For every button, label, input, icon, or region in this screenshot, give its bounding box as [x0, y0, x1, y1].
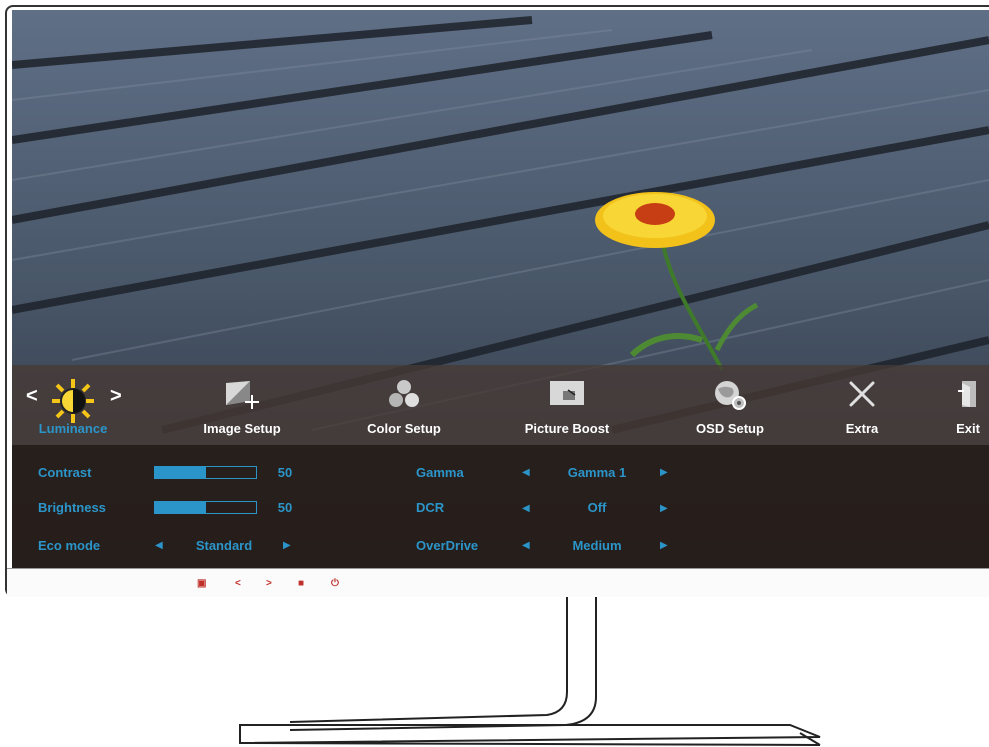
- monitor-stand: [239, 597, 821, 746]
- power-icon[interactable]: ⏻: [331, 578, 339, 589]
- eco-mode-next-icon[interactable]: ▶: [283, 540, 291, 551]
- brightness-slider[interactable]: [154, 501, 257, 514]
- tab-label: Luminance: [38, 421, 108, 436]
- monitor-screen: < > Luminance Image Setup Color Setup Pi…: [12, 10, 989, 568]
- dcr-value: Off: [587, 500, 607, 515]
- gamma-value: Gamma 1: [567, 465, 627, 480]
- tools-icon: [847, 379, 877, 412]
- contrast-value: 50: [277, 465, 293, 480]
- contrast-slider[interactable]: [154, 466, 257, 479]
- eco-mode-label: Eco mode: [38, 538, 101, 553]
- image-setup-icon: [224, 379, 260, 412]
- brightness-label: Brightness: [38, 500, 106, 515]
- overdrive-value: Medium: [572, 538, 622, 553]
- gamma-next-icon[interactable]: ▶: [660, 467, 668, 478]
- tab-label: Picture Boost: [524, 421, 610, 436]
- tab-exit[interactable]: Exit: [947, 365, 989, 445]
- tab-label: Exit: [956, 421, 980, 436]
- tab-luminance[interactable]: Luminance: [28, 365, 118, 445]
- osd-settings-panel: Contrast 50 Gamma ◀ Gamma 1 ▶ Brightness…: [12, 445, 989, 568]
- dcr-label: DCR: [416, 500, 445, 515]
- tab-label: Image Setup: [203, 421, 281, 436]
- brightness-value: 50: [277, 500, 293, 515]
- eco-mode-value: Standard: [195, 538, 253, 553]
- source-icon[interactable]: ■: [298, 578, 304, 589]
- picture-boost-icon: [549, 379, 585, 410]
- osd-tab-bar: < > Luminance Image Setup Color Setup Pi…: [12, 365, 989, 445]
- right-icon[interactable]: >: [266, 578, 272, 589]
- monitor-bezel: [7, 568, 989, 597]
- overdrive-next-icon[interactable]: ▶: [660, 540, 668, 551]
- brightness-slider-fill: [155, 502, 206, 513]
- tab-label: OSD Setup: [696, 421, 764, 436]
- left-icon[interactable]: <: [235, 578, 241, 589]
- exit-door-icon: [956, 379, 980, 412]
- overdrive-prev-icon[interactable]: ◀: [522, 540, 530, 551]
- tab-label: Color Setup: [367, 421, 441, 436]
- tab-image-setup[interactable]: Image Setup: [192, 365, 292, 445]
- overdrive-label: OverDrive: [416, 538, 479, 553]
- eco-mode-prev-icon[interactable]: ◀: [155, 540, 163, 551]
- dcr-prev-icon[interactable]: ◀: [522, 503, 530, 514]
- menu-icon[interactable]: ▣: [197, 578, 206, 589]
- contrast-slider-fill: [155, 467, 206, 478]
- gamma-label: Gamma: [416, 465, 464, 480]
- color-balls-icon: [388, 379, 420, 412]
- tab-extra[interactable]: Extra: [820, 365, 904, 445]
- gamma-prev-icon[interactable]: ◀: [522, 467, 530, 478]
- contrast-label: Contrast: [38, 465, 92, 480]
- globe-gear-icon: [712, 379, 748, 414]
- sun-contrast-icon: [49, 379, 97, 426]
- tab-picture-boost[interactable]: Picture Boost: [512, 365, 622, 445]
- tab-label: Extra: [845, 421, 879, 436]
- tab-color-setup[interactable]: Color Setup: [354, 365, 454, 445]
- dcr-next-icon[interactable]: ▶: [660, 503, 668, 514]
- tab-osd-setup[interactable]: OSD Setup: [680, 365, 780, 445]
